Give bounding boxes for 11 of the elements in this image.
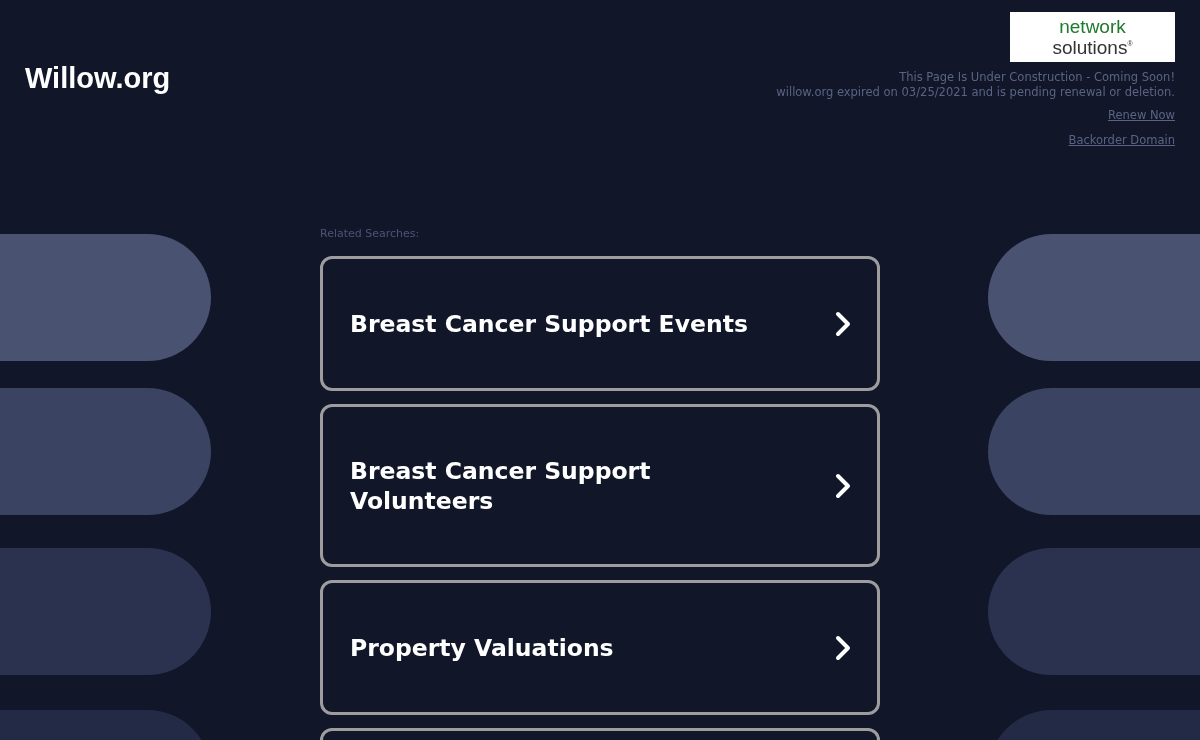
chevron-icon (835, 310, 851, 337)
chevron-icon (835, 634, 851, 661)
logo: network solutions$^{®}$ (1010, 12, 1175, 62)
section-label: Related Searches: (320, 227, 421, 240)
notice-text: This Page Is Under Construction - Coming Soon! (899, 70, 1175, 85)
search-result-link[interactable]: Breast Cancer Support Events (320, 256, 880, 391)
chevron-icon (835, 472, 851, 499)
search-result-link[interactable]: Property Valuations (320, 580, 880, 715)
site-title: Willow.org (25, 62, 171, 95)
search-result-link[interactable]: Breast Cancer Support Volunteers (320, 404, 880, 567)
notice-text: willow.org expired on 03/25/2021 and is pending renewal or deletion. (776, 85, 1175, 100)
